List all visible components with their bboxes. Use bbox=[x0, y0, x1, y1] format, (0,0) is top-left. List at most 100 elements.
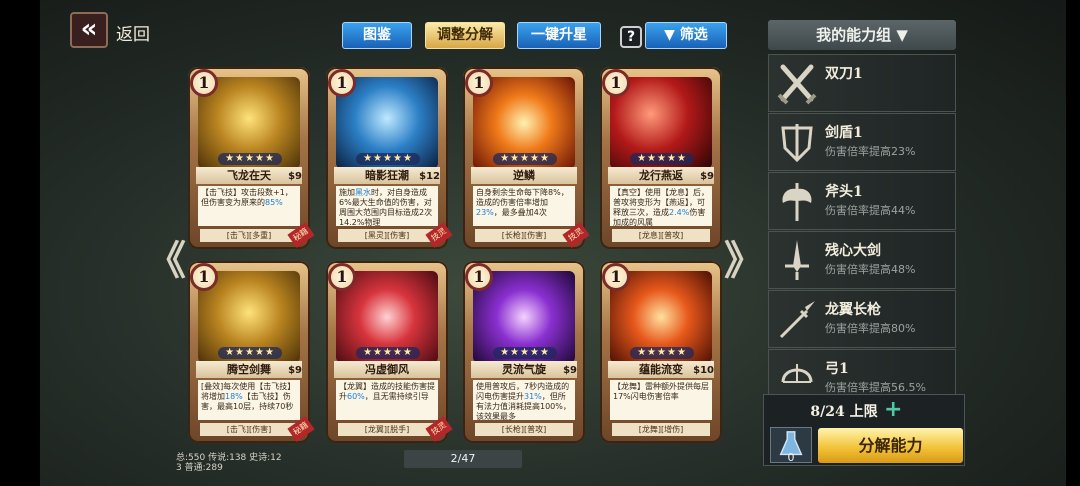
card-description: 施加黑水时，对自身造成6%最大生命值的伤害，对周围大范围内目标造成2次14.2%… bbox=[336, 186, 438, 226]
desc-text: 【龙舞】雷种额外提供每层17%闪电伤害倍率 bbox=[613, 382, 709, 401]
ability-group-item[interactable]: 残心大剑 伤害倍率提高48% bbox=[768, 231, 956, 289]
add-capacity-icon[interactable]: + bbox=[884, 397, 902, 422]
card-level-badge: 1 bbox=[602, 69, 630, 97]
card-description: 使用普攻后，7秒内造成的闪电伤害提升31%，但所有法力值消耗提高100%，该效果… bbox=[473, 380, 575, 420]
desc-text: 施加 bbox=[339, 188, 355, 197]
ability-card[interactable]: 1 ★★★★★ 蕴能流变 $10 【龙舞】雷种额外提供每层17%闪电伤害倍率 [龙舞][增… bbox=[600, 261, 722, 443]
card-level-badge: 1 bbox=[328, 69, 356, 97]
star-rating: ★★★★★ bbox=[630, 347, 694, 359]
ability-group-list: 双刀1 剑盾1 伤害倍率提高23% 斧头1 伤害倍率提高44% 残心大剑 伤害倍… bbox=[768, 54, 956, 394]
help-icon[interactable]: ? bbox=[620, 26, 642, 48]
star-rating: ★★★★★ bbox=[493, 153, 557, 165]
card-cost: $10 bbox=[693, 365, 714, 376]
card-tags: [击飞][伤害] bbox=[200, 423, 298, 436]
filter-button[interactable]: ▼ 筛选 bbox=[645, 22, 727, 49]
star-rating: ★★★★★ bbox=[218, 153, 282, 165]
crossed-blades-icon bbox=[777, 64, 817, 105]
star-rating: ★★★★★ bbox=[493, 347, 557, 359]
desc-highlight: 31% bbox=[524, 392, 542, 401]
ability-group-item[interactable]: 剑盾1 伤害倍率提高23% bbox=[768, 113, 956, 171]
decompose-panel: 8/24 上限 + 0 分解能力 bbox=[763, 394, 965, 466]
tab-adjust-decompose[interactable]: 调整分解 bbox=[425, 22, 505, 49]
tab-one-click-upgrade[interactable]: 一键升星 bbox=[517, 22, 601, 49]
card-tags: [龙翼][脱手] bbox=[338, 423, 436, 436]
ability-group-item[interactable]: 龙翼长枪 伤害倍率提高80% bbox=[768, 290, 956, 348]
prev-page-icon[interactable]: 《 bbox=[146, 228, 186, 286]
axe-icon bbox=[782, 183, 812, 221]
page-indicator: 2/47 bbox=[404, 450, 522, 468]
ability-card[interactable]: 1 ★★★★★ 逆鳞自身剩余生命每下降8%，造成的伤害倍率增加23%，最多叠加4次 [… bbox=[463, 67, 590, 249]
stats-line: 3 普通:289 bbox=[176, 463, 223, 473]
ability-group-name: 龙翼长枪 bbox=[825, 302, 881, 318]
card-description: [叠效]每次使用【击飞技】将增加18%【击飞技】伤害，最高10层，持续70秒 bbox=[198, 380, 300, 420]
card-tags: [长枪][普攻] bbox=[475, 423, 573, 436]
ability-card[interactable]: 1 ★★★★★ 冯虚御风 【龙翼】造成的技能伤害提升60%，且无需持续引导 [龙翼][脱… bbox=[326, 261, 453, 443]
card-tags: [龙息][普攻] bbox=[612, 229, 710, 242]
card-tags: [击飞][多重] bbox=[200, 229, 298, 242]
ability-card[interactable]: 1 ★★★★★ 腾空剑舞 $9 [叠效]每次使用【击飞技】将增加18%【击飞技】伤害，最… bbox=[188, 261, 315, 443]
card-cost: $9 bbox=[288, 171, 302, 182]
card-tags: [黑灵][伤害] bbox=[338, 229, 436, 242]
star-rating: ★★★★★ bbox=[356, 347, 420, 359]
ability-group-name: 剑盾1 bbox=[825, 125, 863, 141]
card-level-badge: 1 bbox=[602, 263, 630, 291]
card-description: 【龙翼】造成的技能伤害提升60%，且无需持续引导 bbox=[336, 380, 438, 420]
card-level-badge: 1 bbox=[190, 69, 218, 97]
star-rating: ★★★★★ bbox=[630, 153, 694, 165]
decompose-button[interactable]: 分解能力 bbox=[818, 428, 963, 463]
star-rating: ★★★★★ bbox=[356, 153, 420, 165]
card-name: 冯虚御风 bbox=[334, 361, 440, 378]
ability-group-name: 双刀1 bbox=[825, 66, 863, 82]
spear-icon bbox=[779, 301, 815, 339]
ability-group-item[interactable]: 双刀1 bbox=[768, 54, 956, 112]
desc-highlight: 85% bbox=[265, 198, 283, 207]
ability-card[interactable]: 1 ★★★★★ 暗影狂潮 $12 施加黑水时，对自身造成6%最大生命值的伤害，对周围大范… bbox=[326, 67, 453, 249]
potion-count: 0 bbox=[787, 451, 795, 464]
left-bezel bbox=[0, 0, 40, 486]
ability-group-item[interactable]: 弓1 伤害倍率提高56.5% bbox=[768, 349, 956, 394]
ability-group-name: 弓1 bbox=[825, 361, 849, 377]
next-page-icon[interactable]: 》 bbox=[724, 228, 764, 286]
card-name: 腾空剑舞 bbox=[196, 361, 302, 378]
collection-stats: 总:550 传说:138 史诗:12 3 普通:289 bbox=[176, 453, 282, 473]
desc-highlight: 18% bbox=[225, 392, 243, 401]
sword-shield-icon bbox=[781, 124, 813, 163]
desc-highlight: 60% bbox=[347, 392, 365, 401]
desc-highlight: 2.4% bbox=[669, 208, 690, 217]
double-chevron-left-icon: « bbox=[80, 14, 98, 44]
card-cost: $9 bbox=[700, 171, 714, 182]
card-cost: $9 bbox=[563, 365, 577, 376]
ability-group-desc: 伤害倍率提高44% bbox=[825, 204, 916, 217]
desc-text: ，且无需持续引导 bbox=[364, 392, 429, 401]
desc-text: 自身剩余生命每下降8%，造成的伤害倍率增加 bbox=[476, 188, 569, 207]
card-tags: [龙舞][增伤] bbox=[612, 423, 710, 436]
ability-group-desc: 伤害倍率提高56.5% bbox=[825, 381, 926, 394]
card-tags: [长枪][伤害] bbox=[475, 229, 573, 242]
card-level-badge: 1 bbox=[465, 69, 493, 97]
card-description: 自身剩余生命每下降8%，造成的伤害倍率增加23%，最多叠加4次 bbox=[473, 186, 575, 226]
card-cost: $9 bbox=[288, 365, 302, 376]
desc-highlight: 黑水 bbox=[355, 188, 371, 197]
back-label[interactable]: 返回 bbox=[116, 20, 150, 45]
ability-card[interactable]: 1 ★★★★★ 飞龙在天 $9 【击飞技】攻击段数+1，但伤害变为原来的85% [击飞][… bbox=[188, 67, 315, 249]
ability-group-desc: 伤害倍率提高23% bbox=[825, 145, 916, 158]
greatsword-icon bbox=[785, 240, 809, 280]
bow-icon bbox=[781, 364, 813, 383]
ability-card[interactable]: 1 ★★★★★ 灵流气旋 $9 使用普攻后，7秒内造成的闪电伤害提升31%，但所有法力值… bbox=[463, 261, 585, 443]
star-rating: ★★★★★ bbox=[218, 347, 282, 359]
tab-codex[interactable]: 图鉴 bbox=[342, 22, 412, 49]
ability-group-item[interactable]: 斧头1 伤害倍率提高44% bbox=[768, 172, 956, 230]
ability-group-desc: 伤害倍率提高48% bbox=[825, 263, 916, 276]
card-level-badge: 1 bbox=[190, 263, 218, 291]
ability-group-dropdown[interactable]: 我的能力组 ▼ bbox=[768, 20, 956, 50]
card-name: 灵流气旋 bbox=[471, 361, 577, 378]
ability-card[interactable]: 1 ★★★★★ 龙行燕返 $9 【真空】使用【龙息】后，普攻将变形为【燕返】，可释放三次… bbox=[600, 67, 722, 249]
card-description: 【龙舞】雷种额外提供每层17%闪电伤害倍率 bbox=[610, 380, 712, 420]
ability-group-name: 残心大剑 bbox=[825, 243, 881, 259]
card-name: 逆鳞 bbox=[471, 167, 577, 184]
back-button[interactable]: « bbox=[70, 12, 108, 48]
card-cost: $12 bbox=[419, 171, 440, 182]
desc-text: ，最多叠加4次 bbox=[493, 208, 547, 217]
card-description: 【真空】使用【龙息】后，普攻将变形为【燕返】，可释放三次，造成2.4%伤害加成的… bbox=[610, 186, 712, 226]
ability-group-name: 斧头1 bbox=[825, 184, 863, 200]
